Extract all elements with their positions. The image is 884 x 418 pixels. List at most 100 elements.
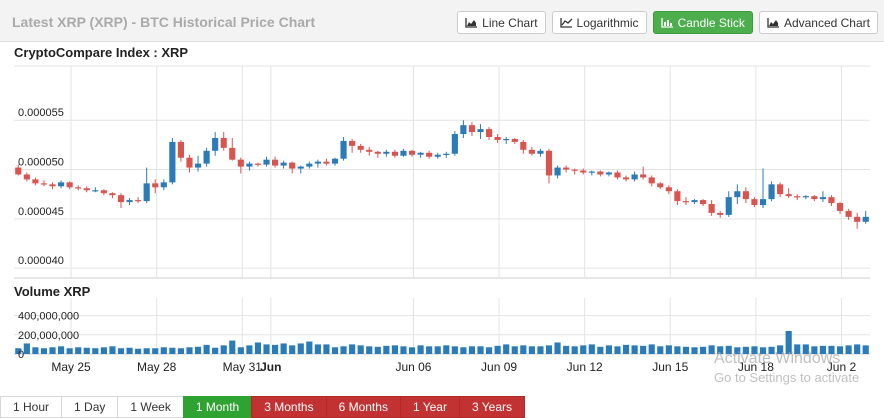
candle — [725, 191, 732, 217]
candle-body — [571, 169, 578, 171]
candle-body — [297, 166, 304, 169]
volume-bar — [23, 343, 30, 354]
candle — [554, 165, 561, 179]
logarithmic-button[interactable]: Logarithmic — [551, 11, 647, 34]
candle-body — [802, 196, 809, 198]
volume-bar — [460, 347, 467, 354]
candle — [597, 170, 604, 177]
candle — [23, 172, 30, 182]
candle-body — [725, 197, 732, 215]
volume-tick-label: 200,000,000 — [18, 330, 79, 342]
candle-body — [836, 203, 844, 211]
candle — [468, 122, 476, 137]
candle-body — [443, 153, 450, 155]
candle-body — [640, 174, 647, 178]
volume-bar — [323, 344, 330, 354]
candle-body — [374, 151, 381, 154]
range-6-months-button[interactable]: 6 Months — [325, 396, 401, 418]
candle — [828, 195, 835, 207]
candle-stick-label: Candle Stick — [677, 15, 745, 30]
candle — [434, 152, 441, 159]
candle — [374, 150, 381, 158]
price-chart[interactable]: CryptoCompare Index : XRP Volume XRP May… — [0, 42, 884, 388]
candle-body — [117, 195, 125, 203]
candle — [426, 150, 433, 159]
volume-bar — [434, 346, 441, 354]
candle — [100, 189, 107, 196]
candle — [768, 181, 775, 202]
range-1-year-button[interactable]: 1 Year — [399, 396, 460, 418]
chart-canvas[interactable]: CryptoCompare Index : XRP Volume XRP May… — [0, 42, 884, 388]
advanced-chart-button[interactable]: Advanced Chart — [758, 11, 878, 34]
candle — [588, 170, 595, 176]
candle-body — [391, 151, 399, 156]
candle-body — [408, 150, 416, 155]
candle — [819, 191, 827, 203]
candle-body — [811, 196, 818, 200]
candle — [794, 194, 801, 201]
volume-bar — [785, 330, 792, 354]
volume-bar — [237, 347, 244, 354]
volume-bar — [828, 345, 835, 354]
candle-body — [160, 182, 167, 188]
volume-bar — [83, 347, 90, 354]
volume-bar — [357, 345, 364, 354]
x-tick-label: Jun 06 — [395, 360, 431, 374]
candle — [451, 131, 458, 156]
candle-body — [212, 137, 219, 151]
candle-body — [254, 163, 262, 165]
candle-body — [528, 149, 535, 154]
candle — [503, 136, 510, 144]
chart-header: Latest XRP (XRP) - BTC Historical Price … — [0, 0, 884, 42]
range-3-years-button[interactable]: 3 Years — [458, 396, 526, 418]
candle — [862, 210, 869, 224]
volume-bar — [836, 346, 844, 354]
range-1-week-button[interactable]: 1 Week — [117, 396, 184, 418]
chart-type-buttons: Line Chart Logarithmic Candle Stick Adva… — [457, 11, 878, 34]
volume-bar — [648, 344, 655, 354]
candle-body — [580, 170, 587, 173]
candle-body — [494, 136, 501, 140]
volume-bar — [49, 347, 56, 354]
candle-body — [477, 129, 484, 133]
range-3-months-button[interactable]: 3 Months — [251, 396, 327, 418]
volume-bar — [708, 345, 715, 354]
candle-body — [152, 183, 159, 188]
candle-body — [460, 125, 467, 135]
candle-body — [648, 177, 655, 184]
candle-stick-button[interactable]: Candle Stick — [652, 11, 753, 34]
range-1-day-button[interactable]: 1 Day — [61, 396, 119, 418]
candle — [657, 182, 664, 190]
volume-bar — [100, 347, 107, 354]
candle — [485, 127, 493, 140]
candle-body — [657, 183, 664, 188]
bar-chart-icon — [660, 18, 673, 28]
range-1-month-button[interactable]: 1 Month — [182, 396, 253, 418]
line-chart-button[interactable]: Line Chart — [457, 11, 546, 34]
candle-body — [511, 138, 518, 142]
volume-bar — [759, 347, 767, 354]
volume-bar — [537, 346, 544, 354]
candle — [349, 138, 356, 153]
candle-body — [485, 129, 493, 137]
candle — [32, 177, 39, 186]
volume-bar — [254, 342, 262, 354]
range-1-hour-button[interactable]: 1 Hour — [0, 396, 63, 418]
candle-body — [819, 197, 827, 200]
candle — [75, 185, 82, 191]
volume-bar — [92, 348, 99, 354]
candle — [708, 200, 715, 216]
candle — [57, 180, 65, 189]
volume-bar — [160, 347, 167, 354]
volume-bar — [451, 346, 458, 354]
volume-bar — [528, 346, 535, 354]
candle — [443, 151, 450, 158]
candle-body — [828, 197, 835, 204]
volume-bar — [169, 347, 176, 354]
volume-bar — [614, 346, 621, 354]
candle-body — [383, 151, 390, 154]
candle — [49, 182, 56, 190]
volume-bar — [520, 345, 527, 354]
x-tick-label: Jun 12 — [567, 360, 603, 374]
volume-panel-title: Volume XRP — [14, 284, 91, 299]
